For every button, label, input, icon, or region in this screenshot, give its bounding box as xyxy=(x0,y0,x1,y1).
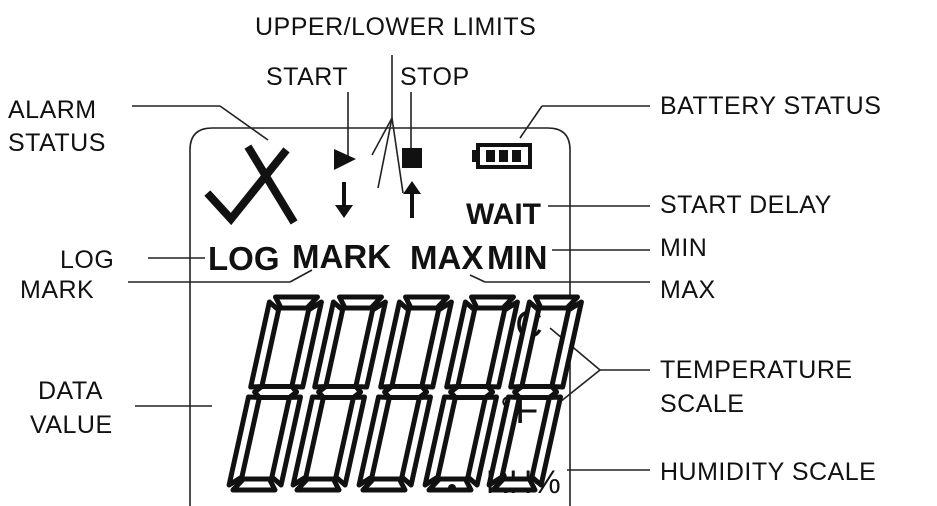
label-upper-lower-limits: UPPER/LOWER LIMITS xyxy=(255,13,536,41)
digit-5-segment-b xyxy=(549,299,584,390)
label-battery-status: BATTERY STATUS xyxy=(660,92,881,120)
label-mark: MARK xyxy=(20,276,94,304)
alarm-check-x-icon xyxy=(204,144,298,226)
lcd-max: MAX xyxy=(410,239,483,276)
label-temperature-scale-line2: SCALE xyxy=(660,390,744,418)
digit-3-segment-g xyxy=(382,384,430,400)
label-temperature-scale-line1: TEMPERATURE xyxy=(660,356,853,384)
digit-1-segment-f xyxy=(248,299,282,390)
label-alarm-status-line1: ALARM xyxy=(8,96,97,124)
digit-4-segment-g xyxy=(448,384,496,400)
decimal-point xyxy=(448,484,456,492)
lcd-log: LOG xyxy=(208,240,280,277)
label-max: MAX xyxy=(660,276,716,304)
play-triangle-icon xyxy=(334,149,356,170)
stop-square-icon xyxy=(402,148,422,168)
digit-1-segment-e xyxy=(226,394,262,488)
label-start: START xyxy=(266,63,348,91)
arrow-up-icon xyxy=(403,181,421,218)
digit-5-segment-g xyxy=(512,384,560,400)
label-alarm-status-line2: STATUS xyxy=(8,129,106,157)
lcd-diagram: UPPER/LOWER LIMITS START STOP ALARM STAT… xyxy=(8,13,881,506)
seven-segment-display xyxy=(226,294,584,493)
lcd-wait: WAIT xyxy=(466,198,541,231)
lcd-mark: MARK xyxy=(292,238,391,275)
digit-1-segment-g xyxy=(252,384,300,400)
label-stop: STOP xyxy=(400,63,470,91)
arrow-down-icon xyxy=(335,182,353,218)
label-min: MIN xyxy=(660,234,707,262)
label-data-value-line1: DATA xyxy=(38,377,103,405)
label-data-value-line2: VALUE xyxy=(30,411,113,439)
battery-icon xyxy=(472,143,532,169)
label-log: LOG xyxy=(60,246,114,274)
label-start-delay: START DELAY xyxy=(660,191,832,219)
label-humidity-scale: HUMIDITY SCALE xyxy=(660,458,876,486)
lcd-min: MIN xyxy=(487,239,548,276)
digit-2-segment-g xyxy=(316,384,364,400)
